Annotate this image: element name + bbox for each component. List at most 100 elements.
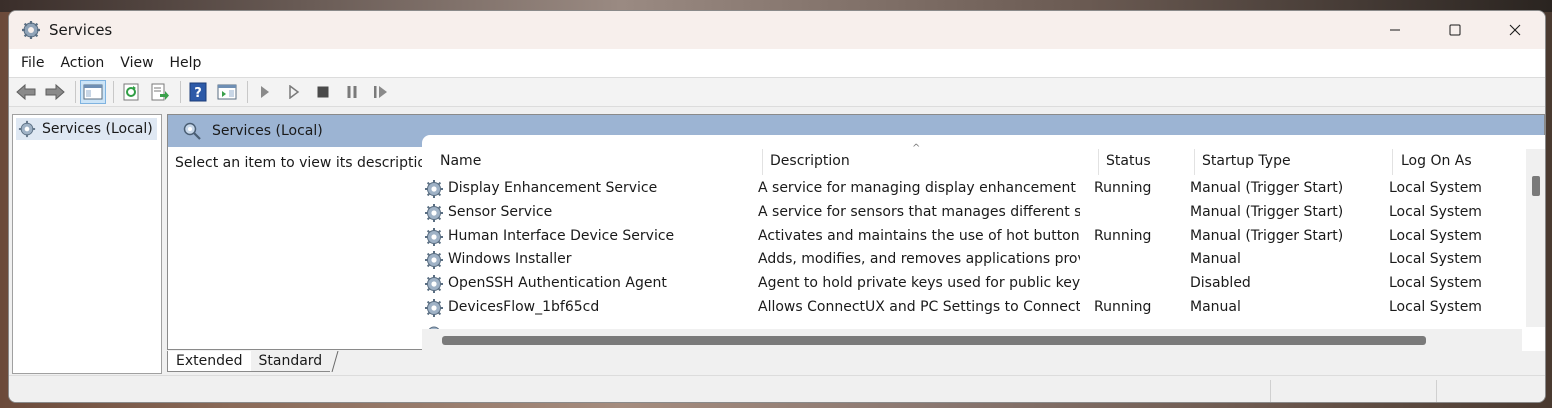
help-icon: ? xyxy=(189,82,207,102)
table-row[interactable]: DevicesFlow_1bf65cd Allows ConnectUX and … xyxy=(422,296,1512,320)
stop-service-icon xyxy=(317,86,329,98)
toolbar-separator xyxy=(75,81,76,103)
gear-cog-icon xyxy=(22,21,40,39)
cell-logon: Local System xyxy=(1389,251,1482,268)
back-button[interactable] xyxy=(13,80,39,104)
show-hide-console-tree-icon xyxy=(83,84,103,100)
cell-name: Human Interface Device Service xyxy=(448,227,675,244)
menu-file[interactable]: File xyxy=(13,49,52,77)
back-arrow-icon xyxy=(16,83,36,101)
column-divider[interactable] xyxy=(1098,149,1099,175)
services-main-pane: Services (Local) Select an item to view … xyxy=(167,114,1545,351)
menu-help[interactable]: Help xyxy=(162,49,210,77)
service-gear-icon xyxy=(425,203,443,222)
forward-arrow-icon xyxy=(45,83,65,101)
cell-logon: Local System xyxy=(1389,227,1482,244)
cell-description: Allows ConnectUX and PC Settings to Conn… xyxy=(758,299,1080,315)
cell-logon: Local System xyxy=(1389,203,1482,220)
column-header-description[interactable]: Description xyxy=(770,153,850,173)
cell-status: Running xyxy=(1094,180,1152,196)
pause-service-icon xyxy=(347,86,357,98)
table-row[interactable]: Human Interface Device Service Activates … xyxy=(422,225,1512,249)
service-gear-icon xyxy=(425,299,443,317)
close-icon xyxy=(1509,24,1521,36)
cell-startup: Manual xyxy=(1190,251,1241,268)
pause-service-button[interactable] xyxy=(339,80,365,104)
help-button[interactable]: ? xyxy=(185,80,211,104)
resume-service-button[interactable] xyxy=(368,80,394,104)
cell-startup: Manual (Trigger Start) xyxy=(1190,203,1344,220)
column-header-startup-type[interactable]: Startup Type xyxy=(1202,153,1291,173)
status-bar-divider xyxy=(1436,380,1437,402)
column-header-log-on-as[interactable]: Log On As xyxy=(1401,153,1472,173)
cell-description: Agent to hold private keys used for publ… xyxy=(758,275,1080,292)
column-header-name[interactable]: Name xyxy=(440,153,481,173)
start-service-alt-icon xyxy=(289,85,300,99)
cell-name: DevicesFlow_1bf65cd xyxy=(448,299,600,315)
show-hide-action-pane-button[interactable] xyxy=(214,80,240,104)
column-header-status[interactable]: Status xyxy=(1106,153,1151,173)
toolbar: ? xyxy=(9,77,1545,107)
export-list-icon xyxy=(151,83,169,101)
main-pane-title: Services (Local) xyxy=(212,123,323,139)
vertical-scrollbar[interactable] xyxy=(1526,149,1545,327)
cell-description: Adds, modifies, and removes applications… xyxy=(758,251,1080,268)
column-divider[interactable] xyxy=(762,149,763,175)
minimize-button[interactable] xyxy=(1365,11,1425,49)
tree-item-label: Services (Local) xyxy=(42,121,153,137)
table-row[interactable]: Sensor Service A service for sensors that… xyxy=(422,201,1512,225)
start-service-alt-button[interactable] xyxy=(281,80,307,104)
table-row[interactable]: Windows Installer Adds, modifies, and rem… xyxy=(422,248,1512,272)
menu-action[interactable]: Action xyxy=(52,49,112,77)
toolbar-separator xyxy=(247,81,248,103)
refresh-button[interactable] xyxy=(118,80,144,104)
cell-startup: Manual xyxy=(1190,299,1241,315)
cell-logon: Local System xyxy=(1389,275,1482,292)
menu-view[interactable]: View xyxy=(112,49,161,77)
column-divider[interactable] xyxy=(1392,149,1393,175)
svg-text:?: ? xyxy=(194,86,202,101)
refresh-icon xyxy=(123,83,139,101)
horizontal-scrollbar[interactable] xyxy=(422,329,1522,351)
service-gear-icon xyxy=(425,180,443,198)
title-bar[interactable]: Services xyxy=(9,11,1545,49)
cell-status: Running xyxy=(1094,227,1152,244)
search-gear-icon xyxy=(183,122,201,140)
maximize-button[interactable] xyxy=(1425,11,1485,49)
close-button[interactable] xyxy=(1485,11,1545,49)
description-prompt: Select an item to view its description. xyxy=(175,155,440,171)
column-divider[interactable] xyxy=(1194,149,1195,175)
gear-cog-icon xyxy=(18,120,36,138)
cell-startup: Manual (Trigger Start) xyxy=(1190,227,1344,244)
tab-extended[interactable]: Extended xyxy=(167,351,251,372)
show-hide-action-pane-icon xyxy=(217,84,237,100)
maximize-icon xyxy=(1449,24,1461,36)
cell-startup: Disabled xyxy=(1190,275,1251,292)
services-list: ^ Name Description Status Startup Type L… xyxy=(422,135,1545,351)
stop-service-button[interactable] xyxy=(310,80,336,104)
tab-label: Standard xyxy=(258,353,323,369)
horizontal-scroll-thumb[interactable] xyxy=(442,336,1426,345)
table-row[interactable]: Display Enhancement Service A service for… xyxy=(422,177,1512,201)
cell-name: OpenSSH Authentication Agent xyxy=(448,275,667,292)
start-service-button[interactable] xyxy=(252,80,278,104)
tab-edge xyxy=(331,351,339,372)
status-bar-divider xyxy=(1270,380,1271,402)
start-service-icon xyxy=(261,86,269,98)
tab-standard[interactable]: Standard xyxy=(250,351,331,372)
cell-startup: Manual (Trigger Start) xyxy=(1190,180,1344,196)
column-headers: ^ Name Description Status Startup Type L… xyxy=(422,135,1522,175)
vertical-scroll-thumb[interactable] xyxy=(1532,176,1540,196)
cell-name: Display Enhancement Service xyxy=(448,180,658,196)
toolbar-separator xyxy=(180,81,181,103)
window-controls xyxy=(1365,11,1545,49)
table-row[interactable]: OpenSSH Authentication Agent Agent to hol… xyxy=(422,272,1512,296)
service-gear-icon xyxy=(425,227,443,246)
service-gear-icon xyxy=(425,251,443,270)
show-hide-console-tree-button[interactable] xyxy=(80,80,106,104)
cell-description: Activates and maintains the use of hot b… xyxy=(758,227,1080,244)
tree-item-services-local[interactable]: Services (Local) xyxy=(16,118,157,140)
export-list-button[interactable] xyxy=(147,80,173,104)
forward-button[interactable] xyxy=(42,80,68,104)
view-tabs: Extended Standard xyxy=(167,351,340,373)
